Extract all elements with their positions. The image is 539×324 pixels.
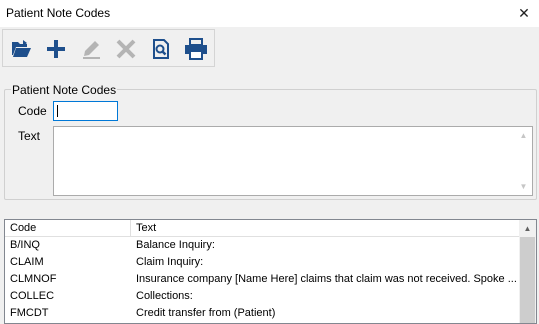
search-button[interactable] <box>144 32 178 66</box>
close-button[interactable]: ✕ <box>509 0 539 27</box>
toolbar <box>2 29 215 67</box>
row-text: Claim Inquiry: <box>136 256 204 268</box>
text-area[interactable]: ▲ ▼ <box>53 126 533 196</box>
search-icon <box>153 39 169 59</box>
scroll-down-icon[interactable]: ▼ <box>515 178 532 195</box>
text-caret <box>57 105 58 117</box>
row-text: Balance Inquiry: <box>136 239 215 251</box>
table-row[interactable]: CLAIM Claim Inquiry: <box>5 254 520 271</box>
column-header-text[interactable]: Text <box>131 220 520 237</box>
edit-icon <box>83 41 100 59</box>
close-icon: ✕ <box>518 5 530 21</box>
row-text: Collections: <box>136 290 193 302</box>
text-area-scrollbar[interactable]: ▲ ▼ <box>515 127 532 195</box>
open-icon <box>12 40 31 57</box>
row-text: Credit transfer from (Patient) <box>136 307 276 319</box>
add-button[interactable] <box>39 32 73 66</box>
delete-icon <box>116 39 136 59</box>
print-button[interactable] <box>179 32 213 66</box>
group-label: Patient Note Codes <box>11 83 118 97</box>
table-row[interactable]: COLLEC Collections: <box>5 288 520 305</box>
title-bar: Patient Note Codes ✕ <box>0 0 539 27</box>
grid-scrollbar[interactable]: ▲ <box>519 220 536 323</box>
row-code: B/INQ <box>10 239 40 251</box>
grid-header: Code Text <box>5 220 520 237</box>
column-header-code[interactable]: Code <box>5 220 131 237</box>
print-icon <box>185 38 207 60</box>
table-row[interactable]: FMCDT Credit transfer from (Patient) <box>5 305 520 322</box>
table-row[interactable]: CLMNOF Insurance company [Name Here] cla… <box>5 271 520 288</box>
code-label: Code <box>18 104 47 118</box>
scroll-up-icon[interactable]: ▲ <box>515 127 532 144</box>
code-input[interactable] <box>53 101 118 121</box>
add-icon <box>47 40 65 58</box>
scroll-up-icon[interactable]: ▲ <box>519 220 536 237</box>
text-label: Text <box>18 129 41 143</box>
delete-button[interactable] <box>109 32 143 66</box>
open-button[interactable] <box>4 32 38 66</box>
note-codes-grid[interactable]: Code Text B/INQ Balance Inquiry: CLAIM C… <box>4 219 537 324</box>
row-code: CLMNOF <box>10 273 57 285</box>
table-row[interactable]: B/INQ Balance Inquiry: <box>5 237 520 254</box>
row-code: FMCDT <box>10 307 49 319</box>
row-code: COLLEC <box>10 290 55 302</box>
scroll-thumb[interactable] <box>520 237 535 323</box>
edit-button[interactable] <box>74 32 108 66</box>
row-code: CLAIM <box>10 256 44 268</box>
row-text: Insurance company [Name Here] claims tha… <box>136 273 516 285</box>
window-title: Patient Note Codes <box>6 6 111 20</box>
